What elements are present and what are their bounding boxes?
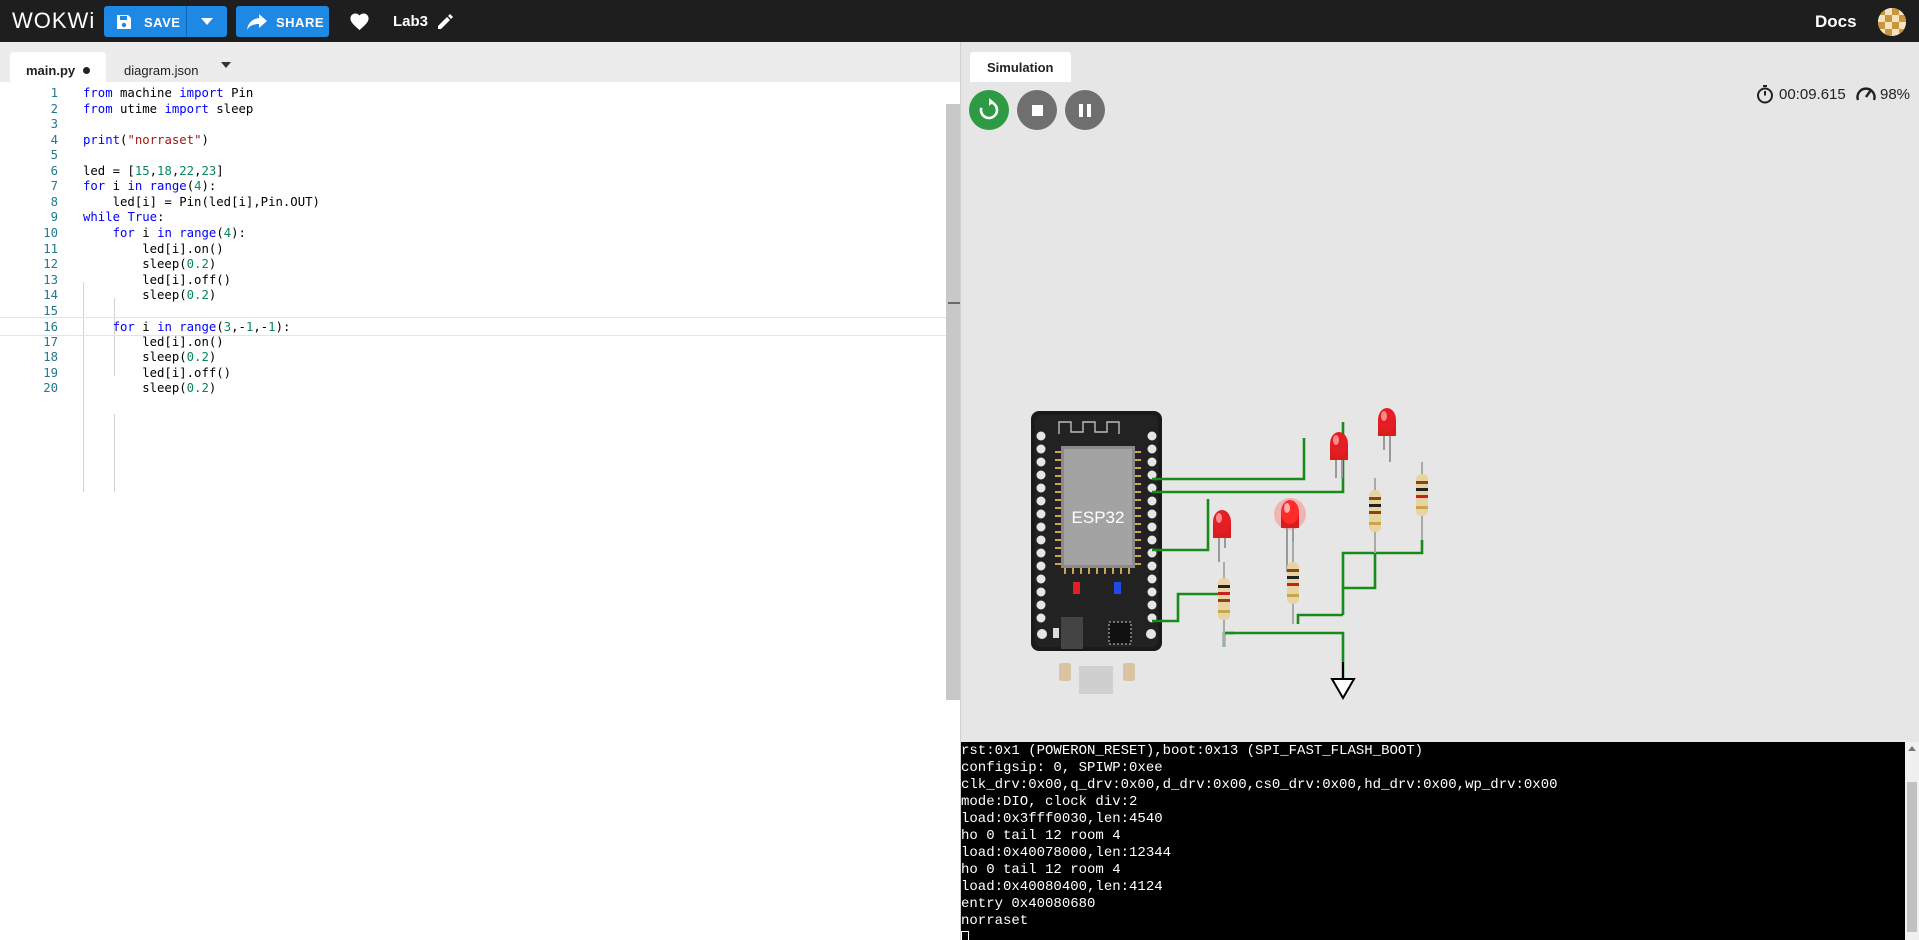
- code-text: sleep(0.2): [83, 381, 217, 396]
- led-1[interactable]: [1213, 510, 1231, 562]
- wire-res3-gnd: [1341, 553, 1377, 615]
- wokwi-logo[interactable]: WOKWi: [12, 8, 95, 34]
- tab-diagram-json[interactable]: diagram.json: [124, 52, 198, 82]
- serial-line: load:0x3fff0030,len:4540: [961, 811, 1163, 827]
- edit-name-icon[interactable]: [436, 13, 454, 31]
- circuit-diagram[interactable]: ESP32: [961, 42, 1919, 742]
- serial-line: mode:DIO, clock div:2: [961, 794, 1138, 810]
- esp32-chip-label: ESP32: [1072, 508, 1125, 527]
- editor-scrollbar[interactable]: [946, 104, 960, 700]
- code-line[interactable]: 20 sleep(0.2): [0, 379, 946, 398]
- code-editor[interactable]: 1 from machine import Pin 2 from utime impo…: [0, 82, 946, 940]
- save-divider: [186, 6, 187, 37]
- top-bar: WOKWi SAVE SHARE Lab3 Docs: [0, 0, 1919, 42]
- tab-label: diagram.json: [124, 63, 199, 78]
- share-label: SHARE: [276, 15, 325, 30]
- scroll-up-icon[interactable]: [1908, 746, 1916, 751]
- serial-scrollbar[interactable]: [1905, 742, 1919, 940]
- resistor-2[interactable]: [1287, 542, 1299, 624]
- resistor-4[interactable]: [1416, 462, 1428, 540]
- save-button[interactable]: SAVE: [104, 6, 227, 37]
- tab-main-py[interactable]: main.py: [10, 52, 106, 82]
- serial-cursor: [961, 931, 969, 940]
- save-icon: [117, 15, 131, 29]
- esp32-board[interactable]: ESP32: [1031, 411, 1162, 694]
- wire-gnd-bus: [1224, 631, 1345, 687]
- serial-line: configsip: 0, SPIWP:0xee: [961, 760, 1163, 776]
- wire-gpio22: [1152, 422, 1345, 494]
- wire-gpio15: [1152, 592, 1221, 623]
- serial-line: ho 0 tail 12 room 4: [961, 828, 1121, 844]
- resistor-3[interactable]: [1369, 478, 1381, 553]
- serial-line: clk_drv:0x00,q_drv:0x00,d_drv:0x00,cs0_d…: [961, 777, 1558, 793]
- user-avatar[interactable]: [1878, 8, 1906, 36]
- ground-icon[interactable]: [1330, 662, 1356, 700]
- led-2-lit[interactable]: [1274, 498, 1306, 572]
- line-number: 20: [43, 381, 58, 396]
- serial-line: ho 0 tail 12 room 4: [961, 862, 1121, 878]
- wire-res4-gnd: [1341, 540, 1424, 588]
- serial-monitor[interactable]: rst:0x1 (POWERON_RESET),boot:0x13 (SPI_F…: [961, 742, 1905, 940]
- wire-res2-gnd: [1296, 613, 1343, 624]
- serial-line: rst:0x1 (POWERON_RESET),boot:0x13 (SPI_F…: [961, 743, 1424, 759]
- serial-line: entry 0x40080680: [961, 896, 1096, 912]
- serial-line: load:0x40078000,len:12344: [961, 845, 1172, 861]
- led-4[interactable]: [1378, 408, 1396, 462]
- wire-gpio23: [1152, 438, 1306, 481]
- avatar-pattern-icon: [1878, 8, 1906, 36]
- tab-label: main.py: [26, 63, 76, 78]
- editor-tab-bar: main.py diagram.json: [0, 42, 960, 82]
- share-button[interactable]: SHARE: [236, 6, 329, 37]
- save-label: SAVE: [144, 15, 181, 30]
- serial-line: norraset: [961, 913, 1029, 929]
- heart-icon[interactable]: [349, 12, 370, 31]
- scrollbar-cursor-marker: [948, 302, 960, 304]
- serial-line: load:0x40080400,len:4124: [961, 879, 1163, 895]
- right-pin-header: [1147, 431, 1157, 623]
- scroll-thumb[interactable]: [1907, 782, 1917, 932]
- wire-res1-gnd: [1222, 631, 1234, 647]
- docs-link[interactable]: Docs: [1815, 12, 1857, 32]
- led-3[interactable]: [1330, 432, 1348, 478]
- tab-menu-chevron-down-icon[interactable]: [221, 62, 231, 68]
- save-dropdown-icon[interactable]: [201, 18, 213, 25]
- left-pin-header: [1036, 431, 1046, 623]
- share-icon: [247, 14, 267, 30]
- unsaved-dot-icon: [83, 67, 91, 74]
- indent-guide: [114, 414, 115, 492]
- project-name[interactable]: Lab3: [393, 13, 428, 30]
